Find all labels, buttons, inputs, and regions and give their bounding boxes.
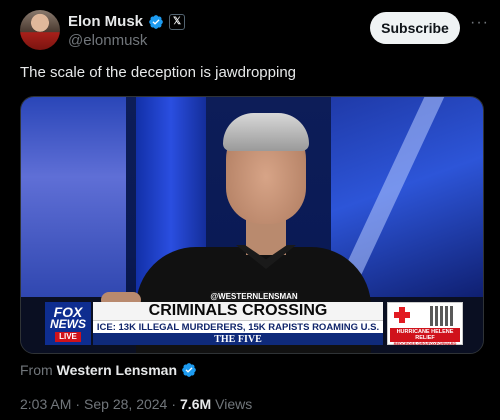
- studio-screen-left: [21, 97, 126, 297]
- qr-code-icon: [430, 306, 454, 326]
- fox-news-logo: FOX NEWS LIVE: [45, 302, 91, 345]
- chyron-headline: CRIMINALS CROSSING: [93, 302, 383, 320]
- author-name-row: Elon Musk 𝕏: [68, 13, 186, 30]
- views-label: Views: [215, 396, 253, 412]
- post-time[interactable]: 2:03 AM: [20, 396, 71, 412]
- more-options-icon[interactable]: ···: [470, 15, 488, 34]
- post-date[interactable]: Sep 28, 2024: [84, 396, 167, 412]
- host-hair: [223, 113, 309, 151]
- subscribe-button[interactable]: Subscribe: [370, 12, 460, 44]
- post-meta: 2:03 AM · Sep 28, 2024 · 7.6M Views: [20, 396, 252, 412]
- meta-separator: ·: [171, 396, 177, 412]
- author-handle[interactable]: @elonmusk: [68, 32, 147, 49]
- from-label: From: [20, 362, 53, 378]
- video-player[interactable]: @WESTERNLENSMAN FOX NEWS LIVE CRIMINALS …: [20, 96, 484, 354]
- author-avatar[interactable]: [20, 10, 60, 50]
- author-name[interactable]: Elon Musk: [68, 13, 143, 30]
- views-count: 7.6M: [180, 396, 212, 412]
- show-name: THE FIVE: [93, 333, 383, 345]
- verified-badge-icon: [182, 363, 196, 377]
- network-name-line2: NEWS: [50, 316, 86, 331]
- x-affiliation-icon: 𝕏: [169, 13, 186, 30]
- promo-text: HURRICANE HELENE RELIEF: [390, 328, 460, 342]
- red-cross-promo: HURRICANE HELENE RELIEF REDCROSS.ORG/FOX…: [387, 302, 463, 346]
- chyron-subheadline: ICE: 13K ILLEGAL MURDERERS, 15K RAPISTS …: [93, 320, 383, 333]
- video-source-tag: @WESTERNLENSMAN: [210, 291, 298, 301]
- live-badge: LIVE: [55, 331, 81, 342]
- verified-badge-icon: [149, 14, 163, 29]
- post-text: The scale of the deception is jawdroppin…: [20, 64, 297, 81]
- promo-url: REDCROSS.ORG/FOXFORWARD: [393, 341, 457, 346]
- meta-separator: ·: [75, 396, 81, 412]
- source-account-link[interactable]: Western Lensman: [57, 362, 177, 378]
- video-attribution: From Western Lensman: [20, 362, 197, 378]
- red-cross-icon: [394, 307, 410, 323]
